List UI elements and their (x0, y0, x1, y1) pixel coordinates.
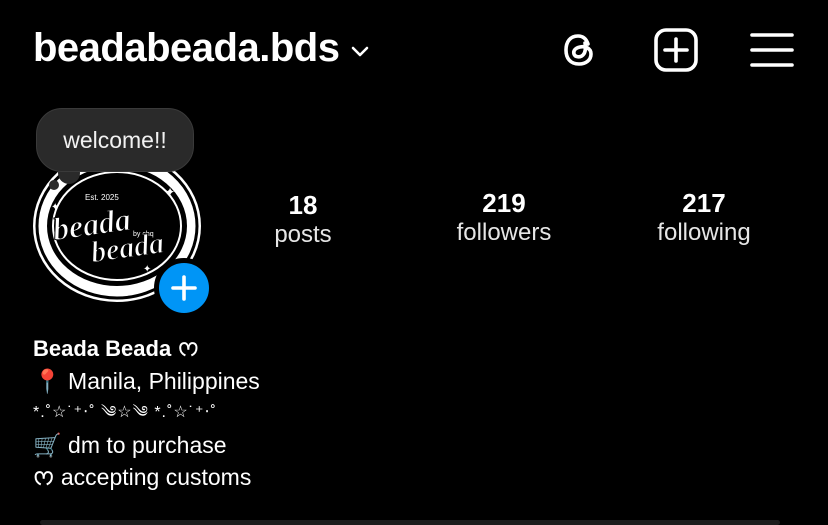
svg-text:✦: ✦ (165, 185, 175, 199)
avatar-est-text: Est. 2025 (85, 193, 119, 202)
location-row: 📍 Manila, Philippines (33, 365, 260, 397)
add-story-button[interactable] (154, 258, 214, 318)
heart-glyph: ᰔ (177, 335, 200, 361)
note-bubble[interactable]: welcome!! (36, 108, 194, 172)
purchase-row: 🛒 dm to purchase (33, 429, 260, 461)
customs-row: ᰔ accepting customs (33, 461, 260, 493)
pin-icon: 📍 (33, 368, 62, 394)
posts-stat[interactable]: 18 posts (258, 190, 348, 250)
svg-text:✦: ✦ (51, 202, 59, 213)
profile-header: beadabeada.bds (0, 0, 828, 100)
bio-decoration: *.˚☆˙⁺‧˚ ༄☆༄ *.˚☆˙⁺‧˚ (33, 404, 217, 421)
following-stat[interactable]: 217 following (638, 188, 770, 248)
cart-icon: 🛒 (33, 432, 62, 458)
new-post-icon[interactable] (653, 27, 699, 73)
profile-bio: Beada Beada ᰔ 📍 Manila, Philippines *.˚☆… (33, 332, 260, 493)
chevron-down-icon (352, 46, 369, 56)
bottom-edge-bar (40, 520, 780, 525)
posts-count: 18 (288, 190, 318, 220)
username: beadabeada.bds (33, 26, 340, 70)
svg-text:✦: ✦ (143, 264, 151, 275)
posts-label: posts (274, 221, 332, 248)
plus-icon (171, 275, 197, 301)
following-count: 217 (682, 188, 726, 218)
threads-icon[interactable] (557, 27, 603, 73)
display-name-row: Beada Beada ᰔ (33, 332, 260, 365)
menu-icon[interactable] (749, 27, 795, 73)
followers-count: 219 (482, 188, 526, 218)
followers-label: followers (456, 219, 552, 246)
followers-stat[interactable]: 219 followers (438, 188, 570, 248)
display-name: Beada Beada (33, 336, 172, 361)
account-switcher[interactable]: beadabeada.bds (33, 26, 371, 71)
following-label: following (657, 219, 751, 246)
location-text: Manila, Philippines (68, 368, 260, 394)
customs-text: accepting customs (60, 464, 252, 490)
note-bubble-tail-dot (49, 180, 59, 190)
note-text: welcome!! (63, 126, 167, 153)
customs-glyph: ᰔ (33, 464, 55, 490)
purchase-text: dm to purchase (68, 432, 227, 458)
